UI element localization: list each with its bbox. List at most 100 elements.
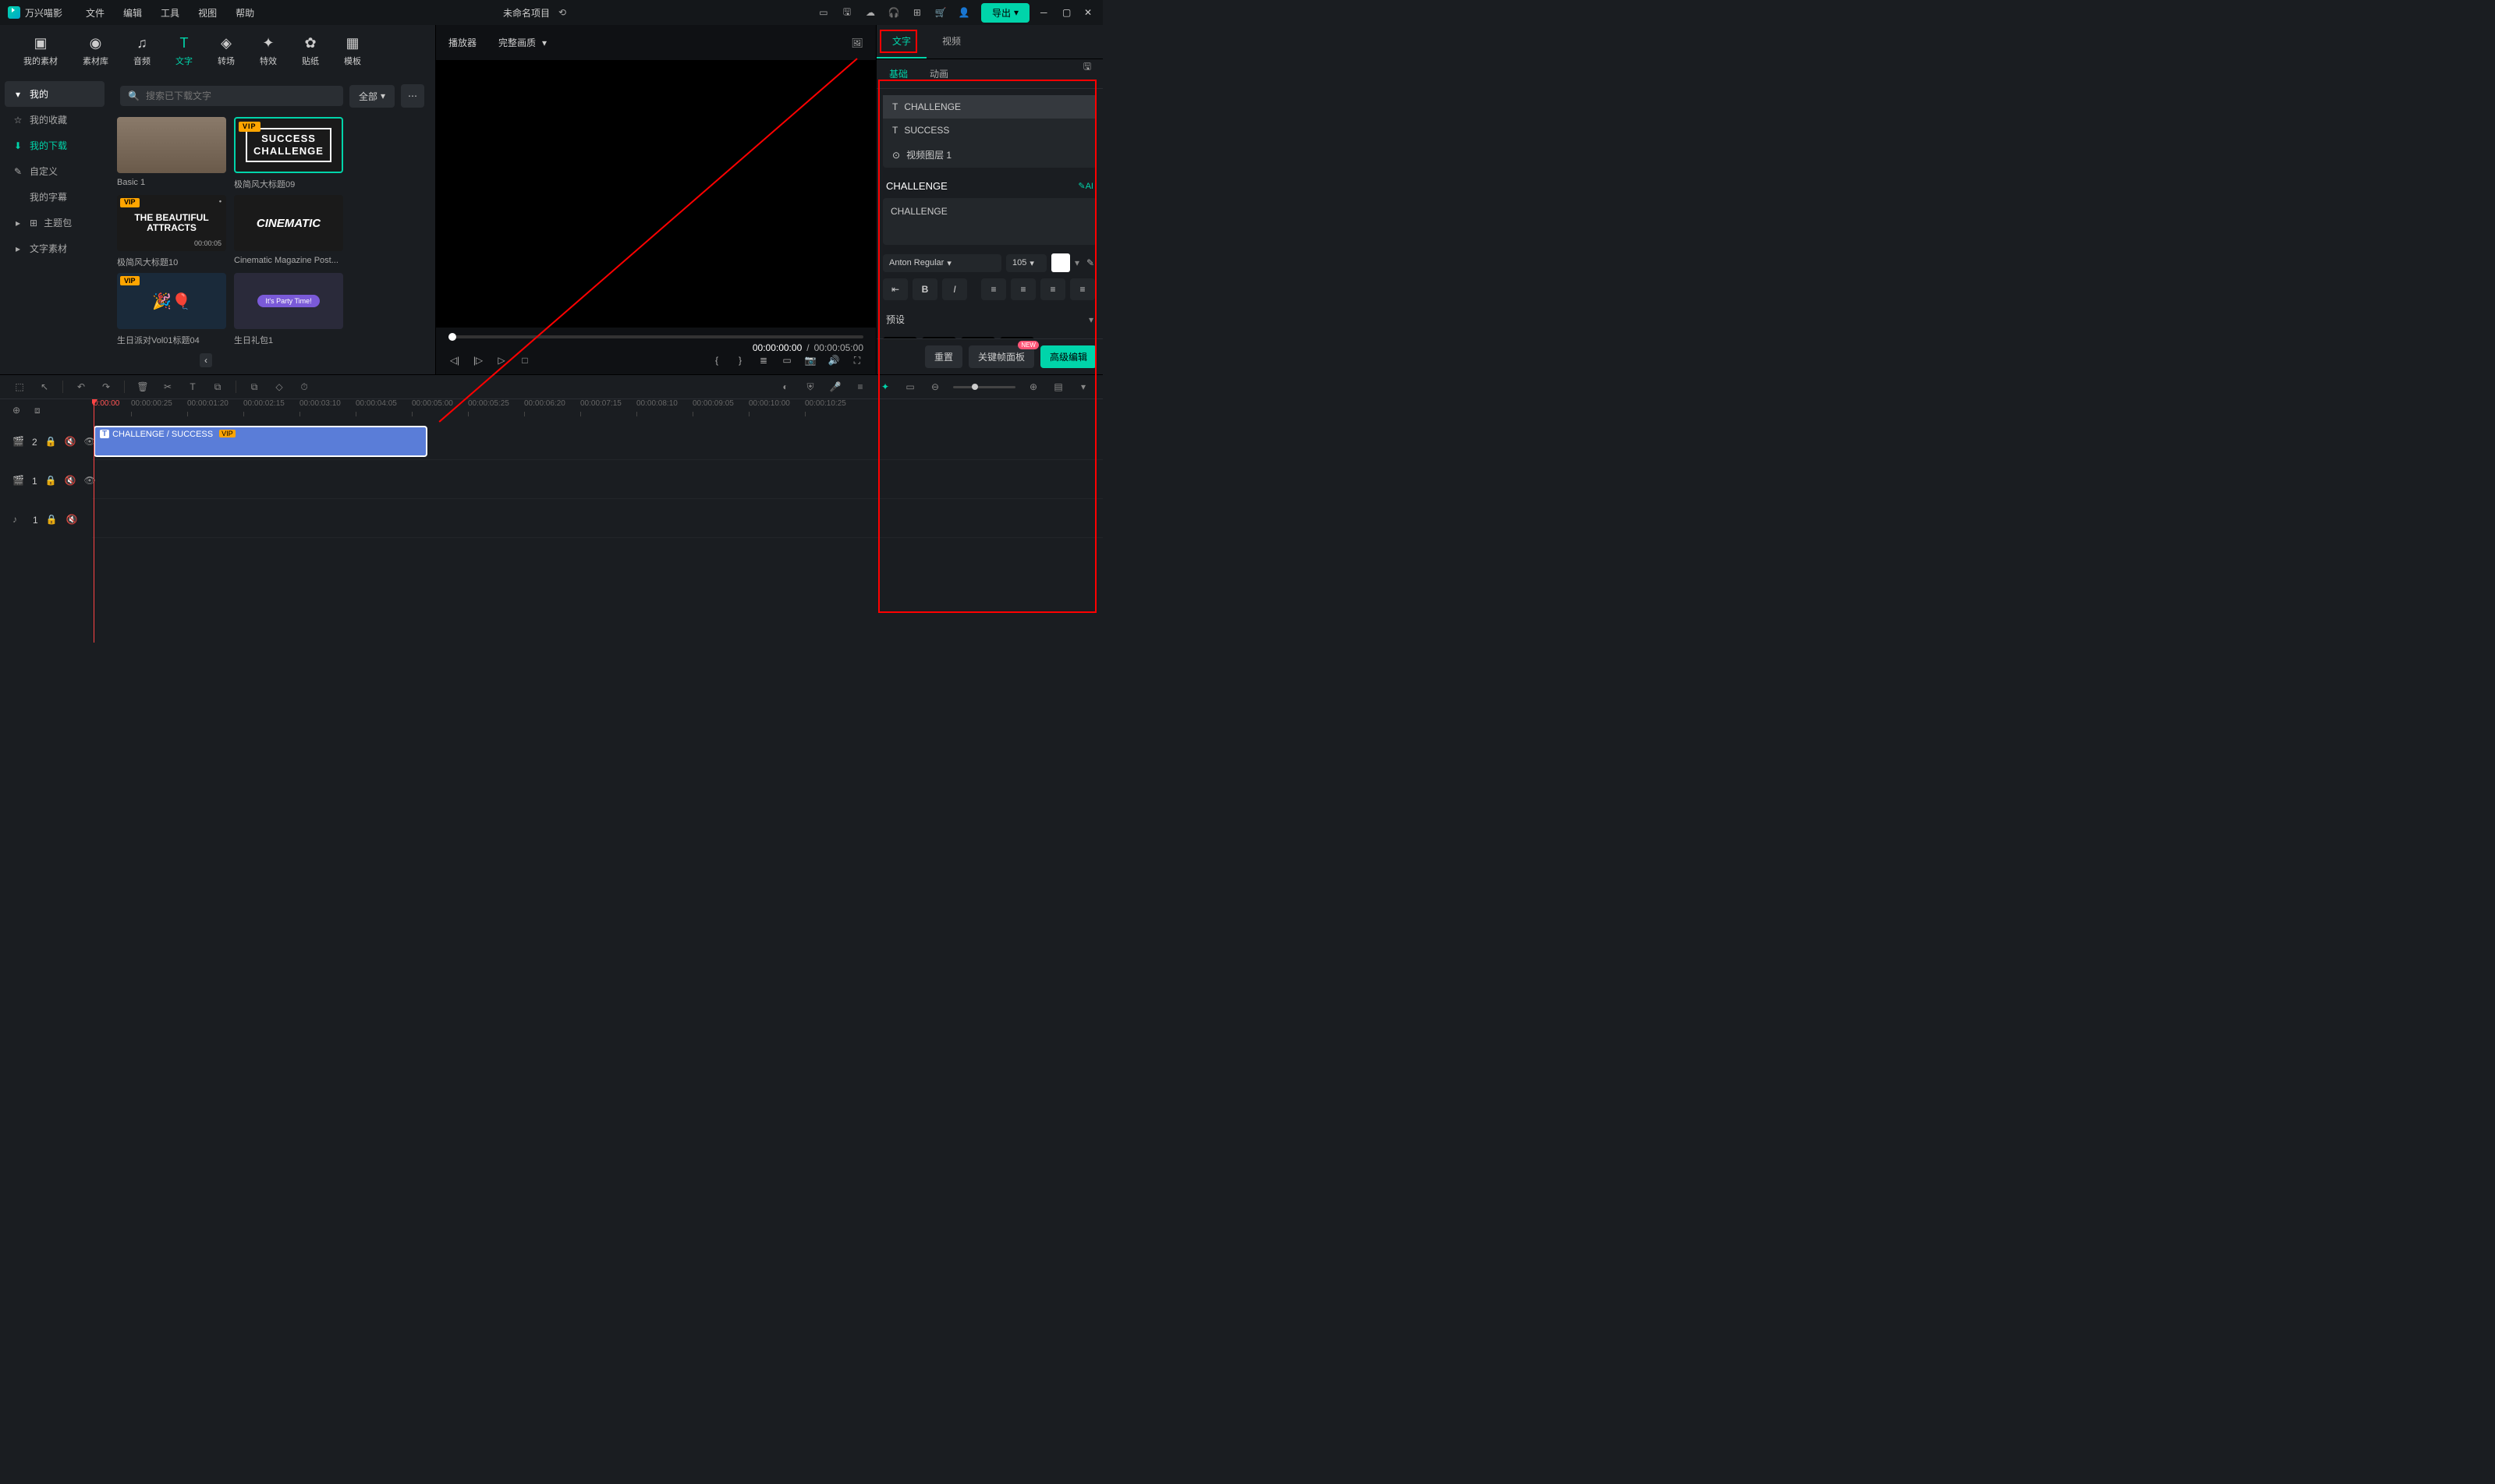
track-v2-lane[interactable]: T CHALLENGE / SUCCESS VIP — [92, 421, 1103, 460]
tag-icon[interactable]: ◇ — [272, 380, 286, 394]
undo-icon[interactable]: ↶ — [74, 380, 88, 394]
asset-item[interactable]: It's Party Time! 生日礼包1 — [234, 273, 343, 346]
lock-icon[interactable]: 🔒 — [45, 436, 57, 448]
ai-button[interactable]: ✎AI — [1078, 181, 1093, 191]
color-icon[interactable]: ◐ — [778, 380, 792, 394]
cloud-icon[interactable]: ☁ — [864, 6, 877, 19]
menu-file[interactable]: 文件 — [86, 6, 105, 19]
menu-tools[interactable]: 工具 — [161, 6, 179, 19]
reset-button[interactable]: 重置 — [925, 345, 962, 368]
layout-icon[interactable]: ≣ — [757, 354, 770, 367]
tab-template[interactable]: ▦模板 — [333, 31, 372, 70]
lock-icon[interactable]: 🔒 — [45, 475, 57, 487]
frame-icon[interactable]: ▭ — [903, 380, 917, 394]
nav-back[interactable]: ‹ — [114, 351, 431, 370]
tab-text[interactable]: T文字 — [165, 31, 204, 70]
marker-icon[interactable]: ✦ — [878, 380, 892, 394]
preview-progress[interactable] — [448, 335, 863, 338]
shield-icon[interactable]: ⛨ — [803, 380, 817, 394]
save-icon[interactable]: 🖫 — [841, 6, 853, 19]
align-justify-button[interactable]: ≡ — [1070, 278, 1095, 300]
speed-icon[interactable]: ⏱ — [297, 380, 311, 394]
select-tool-icon[interactable]: ↖ — [37, 380, 51, 394]
zoom-slider[interactable] — [953, 386, 1015, 388]
monitor-icon[interactable]: ▭ — [817, 6, 830, 19]
link-icon[interactable]: ⧉ — [247, 380, 261, 394]
cart-icon[interactable]: 🛒 — [934, 6, 947, 19]
subtab-animation[interactable]: 动画 — [927, 59, 952, 88]
cursor-tool-icon[interactable]: ⬚ — [12, 380, 27, 394]
play-button[interactable]: ▷ — [495, 354, 508, 367]
link-tracks-icon[interactable]: ⧈ — [34, 405, 47, 417]
grid-icon[interactable]: ⊞ — [911, 6, 923, 19]
prev-frame-button[interactable]: ◁| — [448, 354, 461, 367]
subtab-basic[interactable]: 基础 — [886, 59, 911, 88]
tab-sticker[interactable]: ✿贴纸 — [291, 31, 330, 70]
bracket-right-icon[interactable]: } — [734, 354, 746, 367]
mute-icon[interactable]: 🔇 — [65, 475, 76, 487]
sidebar-item-downloads[interactable]: ⬇我的下载 — [5, 133, 105, 158]
asset-item[interactable]: CINEMATIC Cinematic Magazine Post... — [234, 195, 343, 268]
tab-audio[interactable]: ♫音频 — [122, 31, 161, 70]
asset-item[interactable]: VIP THE BEAUTIFULATTRACTS 00:00:05 • 极简风… — [117, 195, 226, 268]
advanced-edit-button[interactable]: 高级编辑 — [1040, 345, 1097, 368]
image-icon[interactable]: 🖼 — [851, 37, 863, 49]
keyframe-panel-button[interactable]: 关键帧面板 NEW — [969, 345, 1034, 368]
font-color-picker[interactable] — [1051, 253, 1070, 272]
asset-item[interactable]: VIP🎉🎈 生日派对Vol01标题04 — [117, 273, 226, 346]
layer-item-success[interactable]: TSUCCESS — [883, 119, 1097, 142]
bold-button[interactable]: B — [913, 278, 937, 300]
search-input[interactable] — [146, 90, 335, 101]
tab-library[interactable]: ◉素材库 — [72, 31, 119, 70]
camera-icon[interactable]: 📷 — [804, 354, 817, 367]
mute-icon[interactable]: 🔇 — [66, 514, 79, 526]
add-track-icon[interactable]: ⊕ — [12, 405, 25, 417]
search-box[interactable]: 🔍 — [120, 86, 343, 106]
save-preset-icon[interactable]: 🖫 — [1081, 59, 1093, 75]
headphone-icon[interactable]: 🎧 — [888, 6, 900, 19]
layer-item-challenge[interactable]: TCHALLENGE — [883, 95, 1097, 119]
align-center-button[interactable]: ≡ — [1011, 278, 1036, 300]
indent-button[interactable]: ⇤ — [883, 278, 908, 300]
zoom-in-icon[interactable]: ⊕ — [1026, 380, 1040, 394]
font-select[interactable]: Anton Regular▾ — [883, 254, 1001, 272]
eyedropper-icon[interactable]: ✎ — [1084, 257, 1097, 269]
tab-effects[interactable]: ✦特效 — [249, 31, 288, 70]
user-icon[interactable]: 👤 — [958, 6, 970, 19]
menu-help[interactable]: 帮助 — [236, 6, 254, 19]
asset-item[interactable]: Basic 1 — [117, 117, 226, 190]
sync-icon[interactable]: ⟲ — [556, 6, 569, 19]
minimize-button[interactable]: ─ — [1040, 7, 1051, 18]
tab-my-media[interactable]: ▣我的素材 — [12, 31, 69, 70]
text-clip[interactable]: T CHALLENGE / SUCCESS VIP — [94, 426, 427, 457]
fullscreen-icon[interactable]: ⛶ — [851, 354, 863, 367]
font-size-input[interactable]: 105▾ — [1006, 254, 1047, 272]
menu-view[interactable]: 视图 — [198, 6, 217, 19]
timeline-ruler[interactable]: 0:00:00 00:00:00:25 00:00:01:20 00:00:02… — [92, 399, 1103, 421]
text-tool-icon[interactable]: T — [186, 380, 200, 394]
zoom-out-icon[interactable]: ⊖ — [928, 380, 942, 394]
sidebar-item-custom[interactable]: ✎自定义 — [5, 158, 105, 184]
redo-icon[interactable]: ↷ — [99, 380, 113, 394]
inspector-tab-text[interactable]: 文字 — [877, 25, 927, 58]
sidebar-item-text-assets[interactable]: ▸文字素材 — [5, 236, 105, 261]
maximize-button[interactable]: ▢ — [1062, 7, 1073, 18]
align-right-button[interactable]: ≡ — [1040, 278, 1065, 300]
play-start-button[interactable]: |▷ — [472, 354, 484, 367]
close-button[interactable]: ✕ — [1084, 7, 1095, 18]
mic-icon[interactable]: 🎤 — [828, 380, 842, 394]
sidebar-item-theme[interactable]: ▸⊞ 主题包 — [5, 210, 105, 236]
sidebar-item-subtitles[interactable]: 我的字幕 — [5, 184, 105, 210]
quality-select[interactable]: 完整画质 ▾ — [492, 33, 553, 52]
sidebar-header-my[interactable]: ▾我的 — [5, 81, 105, 107]
bracket-left-icon[interactable]: { — [711, 354, 723, 367]
lock-icon[interactable]: 🔒 — [46, 514, 58, 526]
volume-icon[interactable]: 🔊 — [828, 354, 840, 367]
asset-item[interactable]: VIP SUCCESSCHALLENGE 极简风大标题09 — [234, 117, 343, 190]
crop-icon[interactable]: ⧉ — [211, 380, 225, 394]
mixer-icon[interactable]: ≡ — [853, 380, 867, 394]
view-mode-icon[interactable]: ▤ — [1051, 380, 1065, 394]
mute-icon[interactable]: 🔇 — [65, 436, 76, 448]
timeline-tracks[interactable]: 0:00:00 00:00:00:25 00:00:01:20 00:00:02… — [92, 399, 1103, 643]
align-left-button[interactable]: ≡ — [981, 278, 1006, 300]
